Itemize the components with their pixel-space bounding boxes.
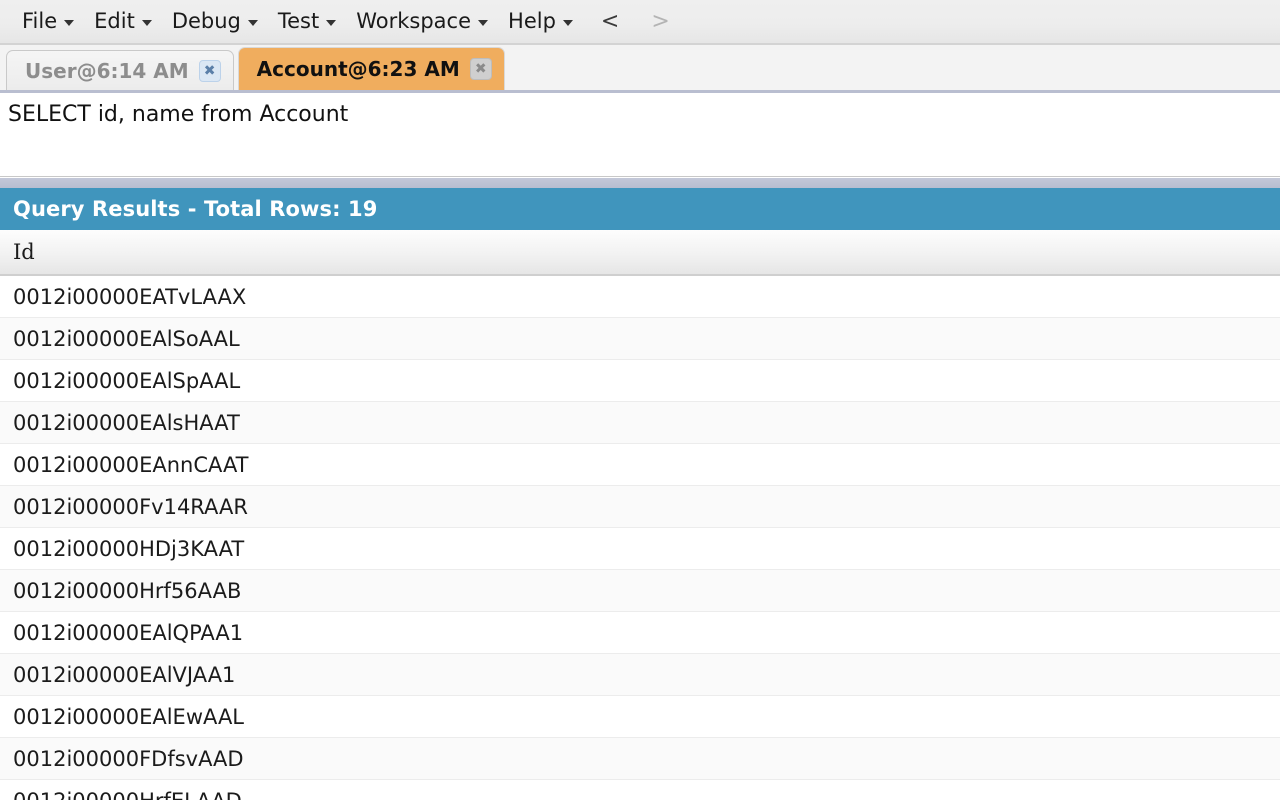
- table-cell-id: 0012i00000EAlVJAA1: [13, 662, 236, 687]
- table-row[interactable]: 0012i00000EAlsHAAT: [0, 402, 1280, 444]
- menu-item-label: Edit: [94, 9, 135, 33]
- table-row[interactable]: 0012i00000EAlSpAAL: [0, 360, 1280, 402]
- table-cell-id: 0012i00000FDfsvAAD: [13, 746, 244, 771]
- table-row[interactable]: 0012i00000HrfELAAD: [0, 780, 1280, 800]
- table-row[interactable]: 0012i00000EAlQPAA1: [0, 612, 1280, 654]
- menu-file[interactable]: File: [14, 9, 86, 34]
- panel-splitter[interactable]: [0, 177, 1280, 188]
- table-cell-id: 0012i00000HrfELAAD: [13, 789, 242, 800]
- chevron-down-icon: [478, 20, 489, 26]
- app-window: File Edit Debug Test Workspace Help < > User@…: [0, 0, 1280, 800]
- menu-items-container: File Edit Debug Test Workspace Help: [14, 9, 585, 34]
- table-row[interactable]: 0012i00000Hrf56AAB: [0, 570, 1280, 612]
- menu-edit[interactable]: Edit: [86, 9, 164, 34]
- tab-strip: User@6:14 AM ✖ Account@6:23 AM ✖: [0, 45, 1280, 93]
- nav-previous-icon[interactable]: <: [585, 10, 635, 33]
- menu-item-label: File: [22, 9, 58, 33]
- table-row[interactable]: 0012i00000EAlEwAAL: [0, 696, 1280, 738]
- table-row[interactable]: 0012i00000EAlSoAAL: [0, 318, 1280, 360]
- menu-help[interactable]: Help: [500, 9, 585, 34]
- tab-label: Account@6:23 AM: [256, 57, 460, 81]
- menu-workspace[interactable]: Workspace: [348, 9, 500, 34]
- table-cell-id: 0012i00000EAlSpAAL: [13, 368, 241, 393]
- table-row[interactable]: 0012i00000FDfsvAAD: [0, 738, 1280, 780]
- results-rows-area[interactable]: 0012i00000EATvLAAX 0012i00000EAlSoAAL 0012…: [0, 276, 1280, 800]
- query-results-panel: Query Results - Total Rows: 19 Id 0012i0…: [0, 188, 1280, 800]
- table-row[interactable]: 0012i00000HDj3KAAT: [0, 528, 1280, 570]
- menu-item-label: Workspace: [356, 9, 472, 33]
- table-row[interactable]: 0012i00000EATvLAAX: [0, 276, 1280, 318]
- table-cell-id: 0012i00000EATvLAAX: [13, 284, 247, 309]
- tab-close-icon[interactable]: ✖: [469, 58, 492, 80]
- query-editor-input[interactable]: SELECT id, name from Account: [0, 93, 1280, 177]
- table-cell-id: 0012i00000Hrf56AAB: [13, 578, 242, 603]
- chevron-down-icon: [141, 20, 152, 26]
- menu-item-label: Help: [508, 9, 556, 33]
- results-column-header-row: Id: [0, 230, 1280, 276]
- menu-bar: File Edit Debug Test Workspace Help < >: [0, 0, 1280, 45]
- tab-items-container: User@6:14 AM ✖ Account@6:23 AM ✖: [6, 47, 509, 90]
- table-cell-id: 0012i00000EAlQPAA1: [13, 620, 244, 645]
- chevron-down-icon: [64, 20, 75, 26]
- tab-account[interactable]: Account@6:23 AM ✖: [237, 47, 505, 90]
- tab-user[interactable]: User@6:14 AM ✖: [6, 50, 234, 90]
- menu-debug[interactable]: Debug: [164, 9, 270, 34]
- table-cell-id: 0012i00000EAnnCAAT: [13, 452, 249, 477]
- tab-label: User@6:14 AM: [25, 58, 189, 83]
- table-cell-id: 0012i00000EAlSoAAL: [13, 326, 240, 351]
- nav-next-icon[interactable]: >: [635, 10, 685, 33]
- chevron-down-icon: [562, 20, 573, 26]
- table-cell-id: 0012i00000Fv14RAAR: [13, 494, 248, 519]
- menu-test[interactable]: Test: [270, 9, 348, 34]
- query-results-title: Query Results - Total Rows: 19: [0, 188, 1280, 230]
- table-row[interactable]: 0012i00000Fv14RAAR: [0, 486, 1280, 528]
- table-cell-id: 0012i00000EAlsHAAT: [13, 410, 240, 435]
- results-column-headers: Id: [0, 240, 35, 264]
- tab-close-icon[interactable]: ✖: [198, 59, 221, 82]
- table-cell-id: 0012i00000EAlEwAAL: [13, 704, 245, 729]
- menu-item-label: Debug: [171, 9, 241, 33]
- table-cell-id: 0012i00000HDj3KAAT: [13, 536, 245, 561]
- menu-item-label: Test: [277, 9, 320, 33]
- chevron-down-icon: [247, 20, 258, 26]
- table-row[interactable]: 0012i00000EAlVJAA1: [0, 654, 1280, 696]
- table-row[interactable]: 0012i00000EAnnCAAT: [0, 444, 1280, 486]
- results-column-header[interactable]: Id: [0, 240, 35, 264]
- chevron-down-icon: [326, 20, 337, 26]
